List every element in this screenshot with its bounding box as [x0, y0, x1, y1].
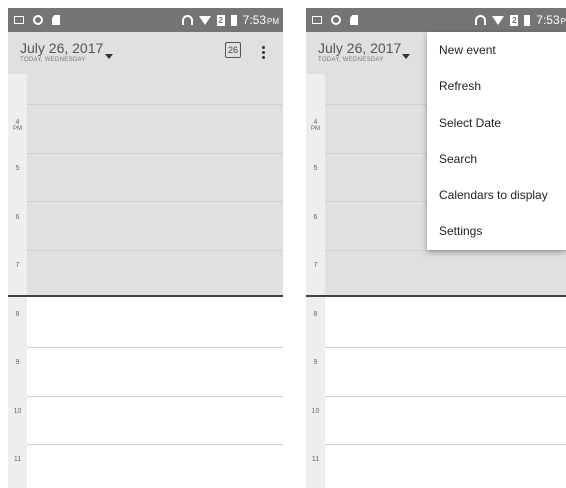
hour-label: 5 — [15, 165, 20, 172]
hour-line — [27, 444, 283, 445]
current-time-line — [8, 295, 283, 297]
menu-item-new-event[interactable]: New event — [427, 32, 566, 68]
hour-label: 7 — [313, 262, 318, 269]
hour-line — [27, 201, 283, 202]
overflow-menu: New event Refresh Select Date Search Cal… — [427, 32, 566, 250]
hour-label: 9 — [313, 359, 318, 366]
hour-line — [325, 347, 566, 348]
hour-label: 5 — [313, 165, 318, 172]
calendar-screen-left: 2 7:53PM July 26, 2017 TODAY, WEDNESDAY … — [8, 8, 283, 488]
overflow-menu-icon[interactable] — [262, 46, 265, 61]
status-bar: 2 7:53PM — [8, 8, 283, 32]
sim-icon: 2 — [216, 14, 225, 26]
message-icon — [312, 16, 322, 24]
headset-icon — [475, 15, 487, 25]
date-subtitle: TODAY, WEDNESDAY — [20, 57, 86, 63]
sim-icon: 2 — [510, 14, 519, 26]
hour-label: 11 — [13, 456, 22, 463]
status-bar: 2 7:53P — [306, 8, 566, 32]
battery-icon — [230, 14, 237, 26]
hour-line — [27, 250, 283, 251]
date-title[interactable]: July 26, 2017 — [318, 40, 401, 56]
date-title[interactable]: July 26, 2017 — [20, 40, 103, 56]
current-time-line — [306, 295, 566, 297]
hour-line — [27, 347, 283, 348]
hour-label: 10 — [13, 408, 22, 415]
sd-card-icon — [52, 15, 60, 25]
chevron-down-icon[interactable] — [105, 54, 113, 59]
hour-line — [27, 104, 283, 105]
day-view[interactable]: 4 PM 5 6 7 8 9 10 11 — [8, 74, 283, 488]
headset-icon — [181, 15, 193, 25]
calendar-screen-right: 2 7:53P July 26, 2017 TODAY, WEDNESDAY 4… — [306, 8, 566, 488]
hour-label: 8 — [15, 311, 20, 318]
calendar-today-icon[interactable]: 26 — [225, 42, 241, 58]
hour-label: 9 — [15, 359, 20, 366]
menu-item-select-date[interactable]: Select Date — [427, 105, 566, 141]
hour-line — [325, 396, 566, 397]
hour-line — [27, 153, 283, 154]
menu-item-search[interactable]: Search — [427, 141, 566, 177]
hour-gutter — [306, 74, 325, 488]
hour-label: 4 PM — [311, 119, 320, 132]
hour-label: 4 PM — [13, 119, 22, 132]
status-time: 7:53PM — [242, 13, 279, 27]
hour-label: 7 — [15, 262, 20, 269]
date-subtitle: TODAY, WEDNESDAY — [318, 57, 384, 63]
wifi-icon — [492, 15, 505, 25]
hour-label: 6 — [15, 214, 20, 221]
time-grid[interactable] — [8, 74, 283, 488]
hour-label: 10 — [311, 408, 320, 415]
hour-label: 6 — [313, 214, 318, 221]
past-hours-shade — [27, 74, 283, 296]
message-icon — [14, 16, 24, 24]
wifi-icon — [198, 15, 211, 25]
hour-line — [325, 250, 566, 251]
sd-card-icon — [350, 15, 358, 25]
calendar-header: July 26, 2017 TODAY, WEDNESDAY 26 — [8, 32, 283, 74]
menu-item-refresh[interactable]: Refresh — [427, 68, 566, 104]
circle-icon — [33, 15, 43, 25]
menu-item-settings[interactable]: Settings — [427, 213, 566, 249]
status-time: 7:53P — [536, 13, 566, 27]
menu-item-calendars-to-display[interactable]: Calendars to display — [427, 177, 566, 213]
chevron-down-icon[interactable] — [402, 54, 410, 59]
circle-icon — [331, 15, 341, 25]
battery-icon — [524, 14, 531, 26]
hour-line — [325, 444, 566, 445]
hour-label: 11 — [311, 456, 320, 463]
hour-line — [27, 396, 283, 397]
hour-label: 8 — [313, 311, 318, 318]
hour-gutter — [8, 74, 27, 488]
